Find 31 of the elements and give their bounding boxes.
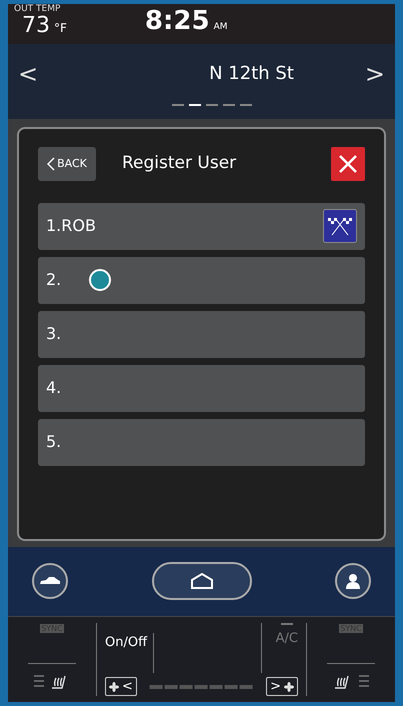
out-temp-label: OUT TEMP (14, 4, 62, 14)
fan-down-button[interactable]: < (105, 677, 137, 696)
chevron-left-icon (47, 156, 56, 171)
car-button[interactable] (32, 563, 68, 600)
dialog-title: Register User (122, 152, 236, 175)
user-slot[interactable]: 1.ROB (38, 202, 365, 250)
temperature-unit: °F (54, 20, 67, 37)
checkered-flags-icon (323, 209, 357, 244)
back-button[interactable]: BACK (38, 146, 96, 181)
clock-time: 8:25 (144, 6, 210, 36)
profile-button[interactable] (335, 563, 371, 600)
home-button[interactable] (152, 562, 252, 600)
user-slot[interactable]: 3. (38, 310, 365, 358)
person-icon (346, 573, 360, 590)
car-icon (39, 576, 61, 586)
user-slot[interactable]: 5. (38, 418, 365, 466)
close-button[interactable] (331, 146, 365, 181)
user-slot[interactable]: 4. (38, 364, 365, 412)
ac-label[interactable]: A/C (276, 629, 298, 648)
heat-level-icon (359, 674, 369, 688)
user-slot[interactable]: 2. (38, 256, 365, 304)
heat-level-icon (34, 674, 44, 688)
fan-icon (284, 682, 294, 692)
close-icon (339, 154, 357, 173)
temperature: 73 (22, 14, 50, 38)
location-name: N 12th St (209, 62, 294, 86)
fan-icon (109, 682, 119, 692)
on-off-label[interactable]: On/Off (105, 633, 154, 673)
fan-up-button[interactable]: > (266, 677, 298, 696)
clock-am-pm: AM (214, 21, 228, 34)
home-icon (190, 573, 214, 590)
